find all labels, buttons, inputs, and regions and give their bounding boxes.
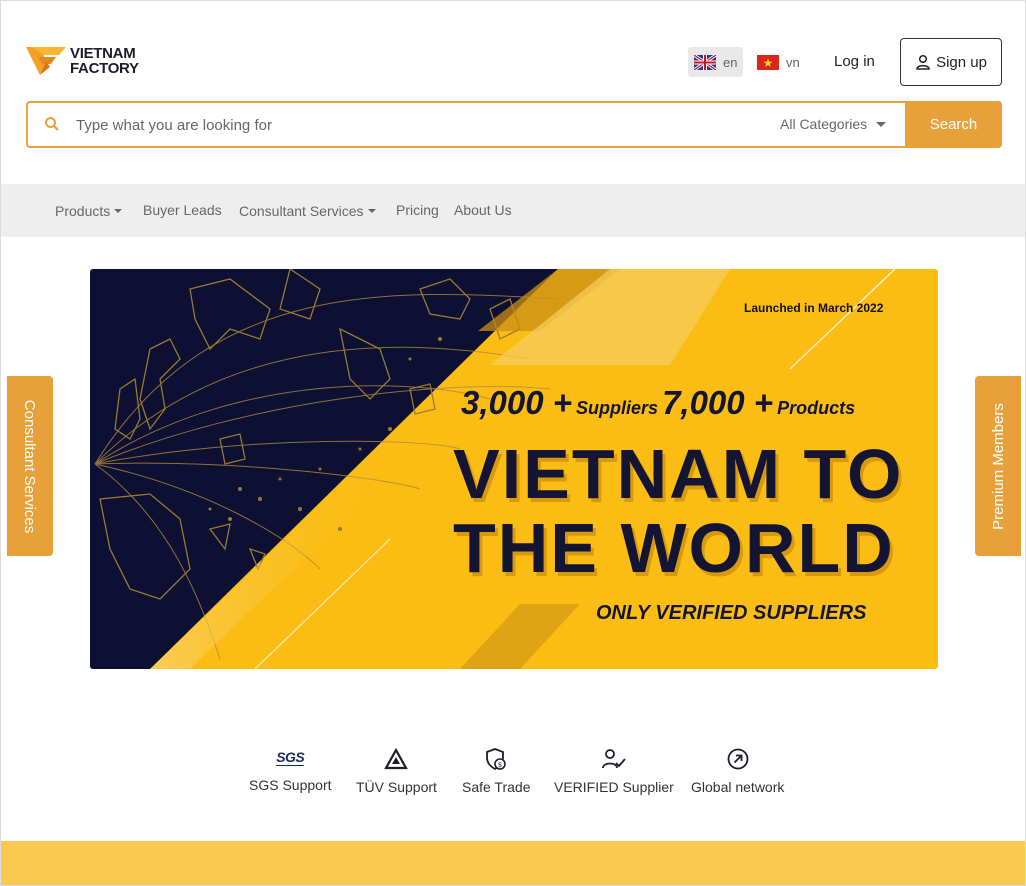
nav-item-label: Products bbox=[55, 203, 111, 219]
feature-global-network[interactable]: Global network bbox=[691, 745, 784, 795]
logo-text-line1: VIETNAM bbox=[70, 45, 136, 62]
nav-item-products[interactable]: Products bbox=[55, 203, 123, 219]
feature-label: VERIFIED Supplier bbox=[554, 779, 674, 795]
products-label: Products bbox=[777, 398, 856, 418]
language-en[interactable]: en bbox=[688, 47, 744, 77]
hero-banner[interactable]: Launched in March 2022 3,000 + Suppliers… bbox=[90, 269, 938, 669]
banner-tagline: ONLY VERIFIED SUPPLIERS bbox=[596, 602, 867, 624]
feature-sgs-support[interactable]: SGS SGS Support bbox=[249, 743, 332, 794]
search-input[interactable] bbox=[76, 113, 676, 137]
vietnam-flag-icon bbox=[757, 54, 779, 70]
chevron-down-icon bbox=[876, 121, 887, 127]
login-link[interactable]: Log in bbox=[834, 53, 875, 70]
banner-launch-date: Launched in March 2022 bbox=[744, 301, 884, 315]
category-select-label: All Categories bbox=[780, 116, 868, 132]
premium-members-tab-label: Premium Members bbox=[989, 402, 1007, 530]
page: VIETNAM FACTORY en vn Log in Sign up Typ… bbox=[0, 0, 1026, 886]
consultant-services-tab[interactable]: Consultant Services bbox=[7, 376, 53, 556]
arrow-circle-icon bbox=[727, 748, 749, 770]
logo-text-line2: FACTORY bbox=[70, 60, 139, 77]
caret-down-icon bbox=[367, 209, 376, 213]
nav-item-label: About Us bbox=[454, 202, 512, 218]
category-select[interactable]: All Categories bbox=[780, 116, 887, 132]
suppliers-count: 3,000 + bbox=[461, 384, 573, 421]
footer-band bbox=[1, 841, 1025, 885]
consultant-services-tab-label: Consultant Services bbox=[21, 399, 39, 533]
products-count: 7,000 + bbox=[662, 384, 774, 421]
nav-item-label: Buyer Leads bbox=[143, 202, 222, 218]
signup-label: Sign up bbox=[936, 53, 987, 71]
tuv-triangle-icon bbox=[384, 748, 409, 770]
sgs-logo-icon: SGS bbox=[276, 748, 305, 766]
language-vn-label: vn bbox=[786, 54, 800, 70]
feature-label: TÜV Support bbox=[356, 779, 437, 795]
nav-item-consultant-services[interactable]: Consultant Services bbox=[239, 203, 376, 219]
nav-item-label: Pricing bbox=[396, 202, 439, 218]
feature-label: SGS Support bbox=[249, 777, 332, 793]
nav-item-about-us[interactable]: About Us bbox=[454, 202, 512, 218]
site-logo[interactable]: VIETNAM FACTORY bbox=[26, 45, 139, 77]
uk-flag-icon bbox=[694, 54, 716, 70]
language-en-label: en bbox=[723, 54, 738, 70]
search-button[interactable]: Search bbox=[905, 101, 1002, 148]
feature-label: Safe Trade bbox=[462, 779, 531, 795]
feature-safe-trade[interactable]: $ Safe Trade bbox=[462, 745, 531, 795]
premium-members-tab[interactable]: Premium Members bbox=[975, 376, 1021, 556]
shield-dollar-icon: $ bbox=[486, 748, 507, 771]
suppliers-label: Suppliers bbox=[576, 398, 659, 418]
main-nav: Products Buyer Leads Consultant Services… bbox=[1, 184, 1025, 237]
nav-item-label: Consultant Services bbox=[239, 203, 364, 219]
feature-verified-supplier[interactable]: VERIFIED Supplier bbox=[554, 745, 674, 795]
logo-mark-icon bbox=[26, 47, 66, 75]
user-icon bbox=[916, 54, 930, 70]
search-bar: All Categories Search bbox=[26, 101, 1002, 148]
banner-title-line1: VIETNAM TO bbox=[453, 435, 904, 513]
banner-title-line2: THE WORLD bbox=[453, 509, 895, 587]
feature-label: Global network bbox=[691, 779, 785, 795]
banner-stats: 3,000 + Suppliers 7,000 + Products bbox=[461, 384, 859, 422]
nav-item-pricing[interactable]: Pricing bbox=[396, 202, 439, 218]
language-vn[interactable]: vn bbox=[751, 47, 806, 77]
search-icon bbox=[45, 117, 59, 131]
signup-button[interactable]: Sign up bbox=[900, 38, 1002, 86]
nav-item-buyer-leads[interactable]: Buyer Leads bbox=[143, 202, 222, 218]
svg-text:$: $ bbox=[498, 761, 502, 769]
caret-down-icon bbox=[114, 209, 123, 213]
user-check-icon bbox=[602, 749, 626, 769]
feature-tuv-support[interactable]: TÜV Support bbox=[356, 745, 437, 795]
